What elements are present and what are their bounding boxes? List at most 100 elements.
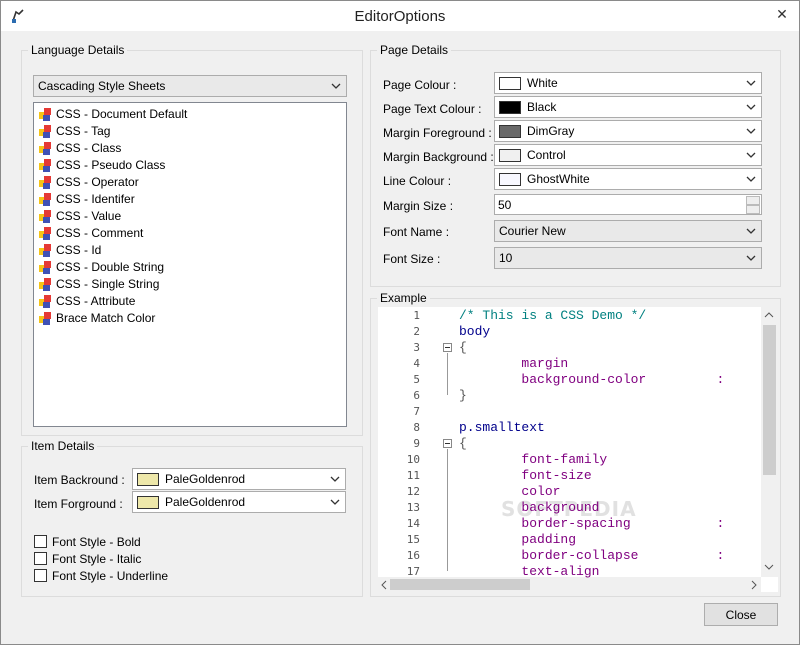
- page-colour-select[interactable]: White: [494, 72, 762, 94]
- fold-guide-line: [447, 353, 448, 395]
- title-bar: EditorOptions ✕: [1, 1, 799, 31]
- item-backround-select[interactable]: PaleGoldenrod: [132, 468, 346, 490]
- margin-size-stepper[interactable]: 50: [494, 194, 762, 215]
- list-item-label: CSS - Identifer: [56, 191, 135, 206]
- font-size-label: Font Size :: [383, 252, 441, 266]
- fold-toggle-icon[interactable]: [443, 343, 452, 352]
- chevron-down-icon: [746, 255, 756, 261]
- code-line: text-align: [459, 564, 600, 579]
- item-details-title: Item Details: [28, 439, 98, 453]
- code-line: p.smalltext: [459, 420, 545, 435]
- language-details-title: Language Details: [28, 43, 128, 57]
- fold-toggle-icon[interactable]: [443, 439, 452, 448]
- list-item[interactable]: CSS - Value: [38, 207, 121, 224]
- line-colour-select[interactable]: GhostWhite: [494, 168, 762, 190]
- style-item-icon: [39, 277, 51, 291]
- editor-options-window: EditorOptions ✕ Language Details Cascadi…: [0, 0, 800, 645]
- style-item-icon: [39, 192, 51, 206]
- code-line: background: [459, 500, 600, 515]
- color-swatch: [499, 77, 521, 90]
- code-line: }: [459, 388, 467, 403]
- stepper-up-button[interactable]: [746, 196, 760, 205]
- margin-size-label: Margin Size :: [383, 199, 454, 213]
- margin-background-select[interactable]: Control: [494, 144, 762, 166]
- list-item[interactable]: CSS - Operator: [38, 173, 139, 190]
- italic-checkbox[interactable]: [34, 552, 47, 565]
- page-details-title: Page Details: [377, 43, 452, 57]
- style-item-icon: [39, 260, 51, 274]
- style-item-icon: [39, 209, 51, 223]
- font-size-select[interactable]: 10: [494, 247, 762, 269]
- margin-size-value: 50: [498, 198, 512, 212]
- margin-background-value: Control: [527, 148, 566, 162]
- list-item[interactable]: CSS - Tag: [38, 122, 110, 139]
- window-close-button[interactable]: ✕: [769, 5, 795, 23]
- list-item[interactable]: CSS - Comment: [38, 224, 143, 241]
- list-item[interactable]: CSS - Double String: [38, 258, 164, 275]
- style-item-icon: [39, 294, 51, 308]
- color-swatch: [499, 173, 521, 186]
- font-name-select[interactable]: Courier New: [494, 220, 762, 242]
- window-title: EditorOptions: [354, 8, 446, 25]
- item-forground-select[interactable]: PaleGoldenrod: [132, 491, 346, 513]
- list-item[interactable]: CSS - Identifer: [38, 190, 135, 207]
- line-number: 1: [413, 309, 420, 322]
- list-item[interactable]: CSS - Single String: [38, 275, 159, 292]
- style-items-list[interactable]: CSS - Document Default CSS - Tag CSS - Cla…: [33, 102, 347, 427]
- stepper-down-button[interactable]: [746, 205, 760, 214]
- underline-label: Font Style - Underline: [52, 569, 169, 583]
- list-item-label: CSS - Id: [56, 242, 102, 257]
- line-number: 3: [413, 341, 420, 354]
- bold-checkbox[interactable]: [34, 535, 47, 548]
- line-number-gutter: 1 2 3 4 5 6 7 8 9 10 11 12 13 14 15 16 17: [378, 307, 438, 578]
- close-button[interactable]: Close: [704, 603, 778, 626]
- margin-foreground-select[interactable]: DimGray: [494, 120, 762, 142]
- line-number: 12: [406, 485, 420, 498]
- style-item-icon: [39, 175, 51, 189]
- underline-checkbox[interactable]: [34, 569, 47, 582]
- language-select[interactable]: Cascading Style Sheets: [33, 75, 347, 97]
- list-item[interactable]: CSS - Pseudo Class: [38, 156, 165, 173]
- list-item-label: CSS - Document Default: [56, 106, 188, 121]
- italic-label: Font Style - Italic: [52, 552, 142, 566]
- list-item[interactable]: CSS - Id: [38, 241, 101, 258]
- list-item-label: CSS - Attribute: [56, 293, 136, 308]
- chevron-down-icon: [746, 104, 756, 110]
- language-select-value: Cascading Style Sheets: [38, 79, 166, 93]
- chevron-down-icon[interactable]: [764, 563, 774, 571]
- page-text-colour-label: Page Text Colour :: [383, 102, 482, 116]
- code-editor[interactable]: 1 2 3 4 5 6 7 8 9 10 11 12 13 14 15 16 17 SOFTPEDIA /* T…: [378, 307, 778, 592]
- page-text-colour-select[interactable]: Black: [494, 96, 762, 118]
- list-item-label: CSS - Single String: [56, 276, 160, 291]
- line-number: 9: [413, 437, 420, 450]
- list-item-label: Brace Match Color: [56, 310, 156, 325]
- code-line: {: [459, 436, 467, 451]
- line-number: 14: [406, 517, 420, 530]
- line-number: 11: [406, 469, 420, 482]
- chevron-right-icon[interactable]: [750, 580, 758, 590]
- list-item[interactable]: CSS - Attribute: [38, 292, 135, 309]
- chevron-up-icon[interactable]: [764, 311, 774, 319]
- item-forground-value: PaleGoldenrod: [165, 495, 246, 509]
- vertical-scrollbar[interactable]: [761, 307, 778, 577]
- fold-guide-line: [447, 449, 448, 571]
- line-number: 2: [413, 325, 420, 338]
- chevron-down-icon: [746, 176, 756, 182]
- chevron-left-icon[interactable]: [380, 580, 388, 590]
- chevron-down-icon: [746, 80, 756, 86]
- list-item[interactable]: CSS - Class: [38, 139, 121, 156]
- horizontal-scrollbar[interactable]: [378, 577, 761, 592]
- code-line: color: [459, 484, 561, 499]
- scroll-thumb[interactable]: [390, 579, 530, 590]
- example-title: Example: [377, 291, 430, 305]
- style-item-icon: [39, 158, 51, 172]
- chevron-down-icon: [330, 476, 340, 482]
- list-item-label: CSS - Tag: [56, 123, 111, 138]
- scroll-thumb[interactable]: [763, 325, 776, 475]
- code-line: {: [459, 340, 467, 355]
- margin-foreground-value: DimGray: [527, 124, 575, 138]
- chevron-down-icon: [331, 83, 341, 89]
- list-item[interactable]: CSS - Document Default: [38, 105, 187, 122]
- list-item[interactable]: Brace Match Color: [38, 309, 155, 326]
- line-number: 16: [406, 549, 420, 562]
